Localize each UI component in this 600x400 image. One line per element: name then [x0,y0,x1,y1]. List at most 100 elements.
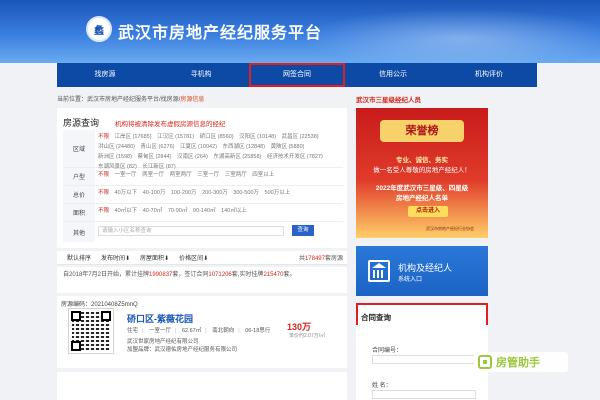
banner-line: 房地产经纪人名单 [396,195,448,202]
filter-option[interactable]: 不限 [98,172,109,178]
filter-option[interactable]: 两室两厅 [170,172,192,178]
filter-option[interactable]: 140㎡以上 [221,208,247,214]
filter-district: 区域 不限 江岸区 (17685) 江汉区 (15781) 硚口区 (8560)… [63,130,343,170]
filter-option[interactable]: 90-140㎡ [193,208,216,214]
filter-option[interactable]: 40-70㎡ [143,208,163,214]
filter-option[interactable]: 40㎡以下 [115,208,138,214]
filter-option[interactable]: 武昌区 (22538) [282,134,319,140]
site-header: 蠡 武汉市房地产经纪服务平台 [0,0,600,63]
search-row: 请输入小区名称查询 查询 [95,222,314,236]
filter-label: 其他 [63,222,95,242]
total-count: 178497 [304,256,325,262]
tag-separator: | [142,328,144,334]
agency-entry-subtitle: 系统入口 [398,277,423,283]
filter-option[interactable]: 蔡甸区 (2844) [137,154,171,160]
contract-number-label: 合同编号： [372,348,403,354]
nav-find-agencies[interactable]: 寻机构 [153,63,249,87]
filter-options: 不限 40㎡以下 40-70㎡ 70-90㎡ 90-140㎡ 140㎡以上 [95,204,343,218]
filter-option[interactable]: 东西湖区 (12848) [223,144,266,150]
filter-option[interactable]: 40-100万 [143,190,166,196]
filter-option[interactable]: 洪山区 (24480) [98,144,135,150]
filter-option[interactable]: 一室一厅 [115,172,137,178]
contract-query-title: 合同查询 [361,313,391,322]
tag-separator: | [205,328,207,334]
watermark-text: 房管助手 [496,357,540,369]
filter-option[interactable]: 江汉区 (15781) [157,134,194,140]
nav-agency-rating[interactable]: 机构评价 [441,63,537,87]
nav-find-listings[interactable]: 找房源 [57,63,153,87]
sort-default[interactable]: 默认排序 [67,253,91,262]
breadcrumb-path[interactable]: 当前位置：武汉市房地产经纪服务平台/找房源/ [57,97,180,103]
qr-corner [101,311,111,321]
listing-tags: 住宅 | 一室一厅 | 62.67㎡ | 南北朝向 | 06-18思行 [127,326,274,334]
notice-text: 套，签订合同 [172,272,209,278]
filter-option[interactable]: 三室两厅 [225,172,247,178]
sort-price[interactable]: 价格区间⬇ [179,253,208,262]
listing-card[interactable]: 房源编码：20210408Z5mnQ 硚口区-紫薇花园 住宅 | 一室一厅 | 62… [57,296,347,368]
honor-badge: 荣誉榜 [380,120,464,142]
filter-option[interactable]: 100-200万 [171,190,197,196]
banner-line: 专业、诚信、务实 [396,157,448,164]
nav-credit-disclosure[interactable]: 信用公示 [345,63,441,87]
qr-corner [71,311,81,321]
sort-publish-time[interactable]: 发布时间⬇ [101,253,130,262]
filter-area: 面积 不限 40㎡以下 40-70㎡ 70-90㎡ 90-140㎡ 140㎡以上 [63,204,343,222]
filter-option[interactable]: 江岸区 (17685) [115,134,152,140]
honor-banner[interactable]: 荣誉榜 专业、诚信、务实 做一名受人尊敬的房地产经纪人！ 2022年度武汉市三星… [356,108,488,238]
notice-count: 215470 [263,272,284,278]
contract-number-input[interactable] [372,355,476,364]
building-icon [368,260,390,282]
filter-option[interactable]: 四室以上 [252,172,274,178]
filter-option[interactable]: 300-500万 [233,190,259,196]
filter-option[interactable]: 汉阳区 (10148) [239,134,276,140]
breadcrumb-current: 房源信息 [180,97,205,103]
notice-text: 套,实时挂牌 [231,272,264,278]
filter-option[interactable]: 两室一厅 [142,172,164,178]
nav-online-contract[interactable]: 网签合同 [249,63,345,87]
filter-option[interactable]: 40万以下 [115,190,138,196]
banner-line: 2022年度武汉市三星级、四星级 [375,185,469,192]
warning-link[interactable]: 机构将被清除发布虚假房源信息的经纪 [115,118,226,128]
total-listings: 共178497套房源 [299,253,343,262]
notice-count: 1990837 [149,272,173,278]
filter-option[interactable]: 三室一厅 [197,172,219,178]
filter-option[interactable]: 不限 [98,208,109,214]
filter-label: 户型 [63,168,95,185]
app-logo-icon [478,355,492,369]
filter-option[interactable]: 200-300万 [202,190,228,196]
filter-options: 不限 一室一厅 两室一厅 两室两厅 三室一厅 三室两厅 四室以上 [95,168,343,182]
filter-option[interactable]: 经济技术开发区 (7827) [267,154,323,160]
panel-title: 房源查询 [63,118,100,128]
filter-option[interactable]: 江夏区 (10042) [180,144,217,150]
filter-option[interactable]: 汉南区 (264) [177,154,208,160]
contract-name-input[interactable] [372,390,476,399]
qr-corner [71,341,81,351]
site-title: 武汉市房地产经纪服务平台 [118,25,323,42]
listing-tag: 62.67㎡ [181,328,202,334]
banner-footer: 武汉市房地产经纪行业协会 [426,226,474,231]
sort-area[interactable]: 房屋面积⬇ [140,253,169,262]
filter-option[interactable]: 青山区 (6276) [141,144,175,150]
agency-entry-title: 机构及经纪人 [398,263,453,273]
listing-title[interactable]: 硚口区-紫薇花园 [127,312,193,325]
filter-option[interactable]: 新洲区 (1598) [98,154,132,160]
notice-text: 套。 [283,272,296,278]
listing-tag: 住宅 [127,328,139,334]
filter-option[interactable]: 不限 [98,134,109,140]
filter-label: 面积 [63,204,95,221]
filter-option[interactable]: 东湖高新区 (25858) [213,154,261,160]
banner-enter-button[interactable]: 点击进入 [408,206,448,217]
sort-bar: 默认排序 发布时间⬇ 房屋面积⬇ 价格区间⬇ 共178497套房源 [57,251,347,265]
site-logo[interactable]: 蠡 [86,16,112,42]
search-button[interactable]: 查询 [292,225,314,236]
main-nav: 找房源 寻机构 网签合同 信用公示 机构评价 [57,63,537,87]
filter-option[interactable]: 70-90㎡ [168,208,188,214]
agency-system-entry[interactable]: 机构及经纪人 系统入口 [356,246,488,296]
filter-label: 总价 [63,186,95,203]
filter-option[interactable]: 黄陂区 (5880) [271,144,305,150]
filter-option[interactable]: 500万以上 [265,190,291,196]
filter-options: 不限 40万以下 40-100万 100-200万 200-300万 300-5… [95,186,343,200]
filter-option[interactable]: 硚口区 (8560) [200,134,234,140]
filter-option[interactable]: 不限 [98,190,109,196]
community-search-input[interactable]: 请输入小区名称查询 [98,225,284,236]
